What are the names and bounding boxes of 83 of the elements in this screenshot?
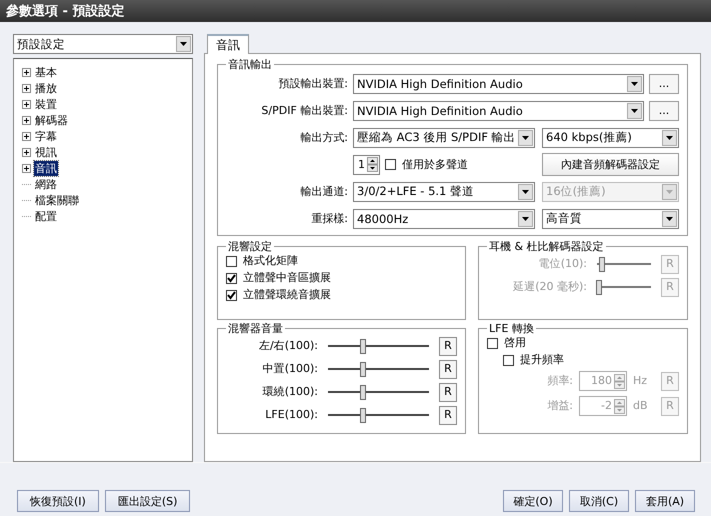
output-mode-dropdown[interactable]: 壓縮為 AC3 後用 S/PDIF 輸出 <box>353 128 535 148</box>
field-label: 頻率: <box>547 374 573 388</box>
window-title: 參數選項 - 預設設定 <box>6 2 124 20</box>
slider-label: 延遲(20 毫秒): <box>512 280 587 294</box>
sample-rate-dropdown[interactable]: 48000Hz <box>353 208 535 228</box>
checkbox-box[interactable] <box>487 338 498 348</box>
more-button[interactable]: ... <box>649 100 679 120</box>
field-label: 輸出方式: <box>299 130 348 145</box>
slider-thumb[interactable] <box>360 362 366 376</box>
checkbox[interactable]: 提升頻率 <box>503 353 679 367</box>
footer-button[interactable]: 取消(C) <box>569 490 629 512</box>
expand-icon[interactable] <box>22 100 31 108</box>
tree-item[interactable]: 網路 <box>34 176 58 192</box>
reset-button[interactable]: R <box>439 336 457 356</box>
expand-icon[interactable] <box>22 164 31 172</box>
tree-item[interactable]: 視訊 <box>34 144 58 160</box>
tree-item[interactable]: 配置 <box>34 208 58 224</box>
tree-item[interactable]: 播放 <box>34 80 58 96</box>
field-label: 增益: <box>547 399 573 413</box>
group-title: LFE 轉換 <box>488 322 535 335</box>
count-spinner[interactable]: 1 <box>353 154 380 174</box>
preset-dropdown[interactable]: 預設設定 <box>13 34 193 54</box>
tree-item[interactable]: 基本 <box>34 64 58 80</box>
group-title: 音訊輸出 <box>227 58 273 71</box>
device-dropdown[interactable]: NVIDIA High Definition Audio <box>353 100 644 120</box>
checkbox[interactable]: 立體聲環繞音擴展 <box>226 288 457 302</box>
checkbox-box[interactable] <box>226 272 237 284</box>
group-title: 耳機 & 杜比解碼器設定 <box>488 240 605 253</box>
checkbox[interactable]: 僅用於多聲道 <box>385 157 468 172</box>
expand-icon[interactable] <box>22 84 31 92</box>
field-label: 輸出通道: <box>299 184 348 199</box>
checkbox[interactable]: 格式化矩陣 <box>226 254 457 268</box>
quality-dropdown[interactable]: 高音質 <box>542 208 679 228</box>
checkbox-box[interactable] <box>226 256 237 266</box>
device-dropdown[interactable]: NVIDIA High Definition Audio <box>353 74 644 94</box>
checkbox-label: 啓用 <box>504 336 526 350</box>
checkbox-label: 格式化矩陣 <box>243 254 298 268</box>
slider-thumb[interactable] <box>360 384 366 400</box>
checkbox[interactable]: 啓用 <box>487 336 679 350</box>
tree-item[interactable]: 解碼器 <box>34 112 69 128</box>
channels-dropdown[interactable]: 3/0/2+LFE - 5.1 聲道 <box>353 182 535 202</box>
group-title: 混響設定 <box>227 240 273 253</box>
reset-button[interactable]: R <box>439 360 457 378</box>
checkbox-box[interactable] <box>503 354 514 366</box>
slider-thumb[interactable] <box>360 408 366 422</box>
expand-icon[interactable] <box>22 132 31 140</box>
footer-button[interactable]: 套用(A) <box>635 490 695 512</box>
field-label: S/PDIF 輸出裝置: <box>260 103 348 118</box>
decoder-settings-button[interactable]: 內建音頻解碼器設定 <box>542 153 679 176</box>
expand-icon[interactable] <box>22 148 31 156</box>
checkbox-box[interactable] <box>226 290 237 300</box>
expand-icon[interactable] <box>22 68 31 76</box>
tree-item[interactable]: 裝置 <box>34 96 58 112</box>
field-label: 重採樣: <box>310 211 348 226</box>
tab[interactable]: 音訊 <box>207 34 249 54</box>
group-title: 混響器音量 <box>227 322 284 335</box>
expand-icon[interactable] <box>22 116 31 124</box>
checkbox-label: 立體聲中音區擴展 <box>243 271 331 285</box>
unit-label: Hz <box>633 374 648 388</box>
reset-button[interactable]: R <box>439 406 457 424</box>
tree-item[interactable]: 檔案關聯 <box>34 192 80 208</box>
checkbox-label: 提升頻率 <box>520 353 564 367</box>
bitrate-dropdown[interactable]: 640 kbps(推薦) <box>542 128 679 148</box>
footer-button[interactable]: 恢復預設(I) <box>17 490 99 512</box>
slider-label: 電位(10): <box>538 257 587 271</box>
slider-thumb[interactable] <box>360 338 366 354</box>
tree-item[interactable]: 字幕 <box>34 128 58 144</box>
checkbox-label: 立體聲環繞音擴展 <box>243 288 331 302</box>
slider-label: 左/右(100): <box>258 339 318 353</box>
slider-label: 環繞(100): <box>262 385 318 399</box>
spinner-arrows-icon[interactable] <box>367 157 378 172</box>
more-button[interactable]: ... <box>649 74 679 94</box>
slider-label: 中置(100): <box>262 362 318 376</box>
footer-button[interactable]: 確定(O) <box>503 490 563 512</box>
slider-label: LFE(100): <box>264 408 318 422</box>
field-label: 預設輸出裝置: <box>277 76 348 91</box>
reset-button[interactable]: R <box>439 382 457 402</box>
checkbox-label: 僅用於多聲道 <box>402 157 468 172</box>
unit-label: dB <box>633 399 649 413</box>
checkbox-box[interactable] <box>385 159 396 170</box>
footer-button[interactable]: 匯出設定(S) <box>104 490 190 512</box>
tree-item[interactable]: 音訊 <box>34 160 58 176</box>
checkbox[interactable]: 立體聲中音區擴展 <box>226 271 457 285</box>
